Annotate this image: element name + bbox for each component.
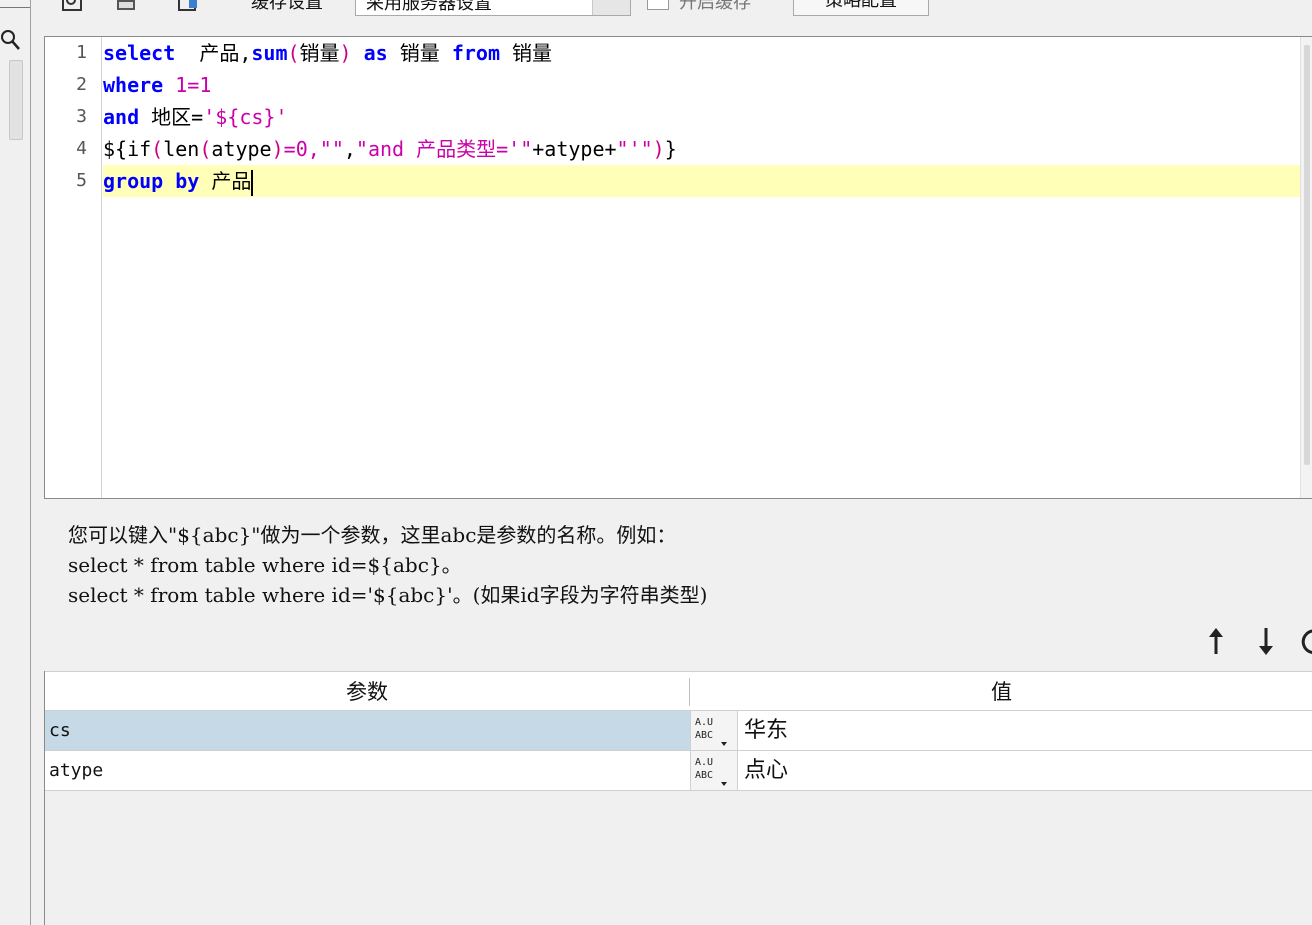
- svg-text:ABC: ABC: [695, 730, 713, 741]
- code-line-1: select 产品,sum(销量) as 销量 from 销量: [103, 37, 1302, 69]
- number-literal: =0,: [283, 137, 320, 161]
- keyword: where: [103, 73, 164, 97]
- hint-line-1: 您可以键入"${abc}"做为一个参数，这里abc是参数的名称。例如：: [68, 523, 677, 547]
- paren: (: [199, 137, 212, 161]
- code-text: 销量: [387, 41, 452, 65]
- code-text: }: [664, 137, 677, 161]
- left-panel-strip: [0, 0, 31, 925]
- paren: (: [151, 137, 164, 161]
- keyword: and: [103, 105, 140, 129]
- param-name-cell[interactable]: cs: [45, 711, 690, 750]
- number-literal: 1=1: [163, 73, 212, 97]
- svg-text:A.U: A.U: [695, 717, 713, 728]
- string-literal: "": [319, 137, 344, 161]
- line-number: 1: [76, 42, 87, 63]
- code-line-4: ${if(len(atype)=0,"","and 产品类型='"+atype+…: [103, 133, 1302, 165]
- abc-type-glyph: A.U ABC: [695, 717, 727, 746]
- hint-line-3: select * from table where id='${abc}'。(如…: [68, 583, 708, 607]
- string-literal: "'": [616, 137, 653, 161]
- table-icon[interactable]: [115, 0, 137, 12]
- cache-mode-select[interactable]: 采用服务器设置: [355, 0, 631, 16]
- enable-cache-checkbox[interactable]: [647, 0, 669, 10]
- function-name: sum: [251, 41, 288, 65]
- hint-line-2: select * from table where id=${abc}。: [68, 553, 462, 577]
- code-text: 产品,: [175, 41, 252, 65]
- abc-type-icon[interactable]: A.U ABC: [690, 751, 737, 790]
- code-text: atype: [211, 137, 272, 161]
- left-panel-scrollbar[interactable]: [9, 60, 23, 140]
- cache-settings-icon[interactable]: [177, 0, 199, 12]
- code-line-3: and 地区='${cs}': [103, 101, 1302, 133]
- param-value-cell[interactable]: 点心: [737, 751, 1312, 790]
- code-line-5-current: group by 产品: [103, 165, 1302, 197]
- cache-settings-label: 缓存设置: [251, 0, 323, 13]
- code-text: ${if: [103, 137, 152, 161]
- svg-text:ABC: ABC: [695, 770, 713, 781]
- text-caret: [251, 169, 254, 196]
- code-line-2: where 1=1: [103, 69, 1302, 101]
- editor-scrollbar[interactable]: [1300, 37, 1312, 498]
- code-text: ,: [343, 137, 356, 161]
- column-header-param[interactable]: 参数: [45, 672, 689, 712]
- line-number: 5: [76, 170, 87, 191]
- paren: ): [652, 137, 665, 161]
- parameter-hint: 您可以键入"${abc}"做为一个参数，这里abc是参数的名称。例如： sele…: [68, 520, 1268, 610]
- table-row[interactable]: atype A.U ABC 点心: [45, 751, 1312, 791]
- code-text: 产品: [199, 169, 252, 193]
- line-number-gutter: 1 2 3 4 5: [45, 37, 102, 498]
- keyword: group: [103, 169, 164, 193]
- table-header: 参数 值: [45, 671, 1312, 711]
- keyword: select: [103, 41, 176, 65]
- cache-mode-select-value: 采用服务器设置: [366, 0, 492, 14]
- preview-icon[interactable]: [61, 0, 83, 12]
- param-value-cell[interactable]: 华东: [737, 711, 1312, 750]
- code-text: 销量: [500, 41, 553, 65]
- enable-cache-label: 开启缓存: [679, 0, 751, 13]
- abc-type-icon[interactable]: A.U ABC: [690, 711, 737, 750]
- code-text: 地区=: [139, 105, 204, 129]
- svg-text:A.U: A.U: [695, 757, 713, 768]
- line-number: 4: [76, 138, 87, 159]
- param-actions: [1196, 624, 1312, 664]
- keyword: by: [175, 169, 200, 193]
- paren: (: [287, 41, 300, 65]
- refresh-icon[interactable]: [1296, 624, 1312, 660]
- string-literal: '${cs}': [203, 105, 288, 129]
- search-icon[interactable]: [0, 26, 22, 52]
- chevron-down-icon[interactable]: [592, 0, 630, 15]
- abc-type-glyph: A.U ABC: [695, 757, 727, 786]
- code-text: 销量: [299, 41, 340, 65]
- string-literal: "and 产品类型='": [355, 137, 533, 161]
- line-number: 2: [76, 74, 87, 95]
- arrow-up-icon[interactable]: [1198, 624, 1234, 660]
- table-row[interactable]: cs A.U ABC 华东: [45, 711, 1312, 751]
- code-text: +atype+: [532, 137, 617, 161]
- param-name-cell[interactable]: atype: [45, 751, 690, 790]
- code-text: len: [163, 137, 200, 161]
- paren: ): [339, 41, 352, 65]
- paren: ): [271, 137, 284, 161]
- column-header-value[interactable]: 值: [690, 672, 1312, 712]
- line-number: 3: [76, 106, 87, 127]
- keyword: as: [363, 41, 388, 65]
- left-panel-top-edge: [0, 0, 30, 8]
- editor-scrollbar-thumb[interactable]: [1304, 45, 1310, 465]
- arrow-down-icon[interactable]: [1248, 624, 1284, 660]
- toolbar: 缓存设置 采用服务器设置 开启缓存 策略配置: [31, 0, 1312, 16]
- parameter-table: 参数 值 cs A.U ABC 华东 atype A.U ABC 点心: [44, 671, 1312, 925]
- strategy-config-button[interactable]: 策略配置: [793, 0, 929, 16]
- sql-editor[interactable]: 1 2 3 4 5 select 产品,sum(销量) as 销量 from 销…: [44, 36, 1312, 499]
- keyword: from: [451, 41, 500, 65]
